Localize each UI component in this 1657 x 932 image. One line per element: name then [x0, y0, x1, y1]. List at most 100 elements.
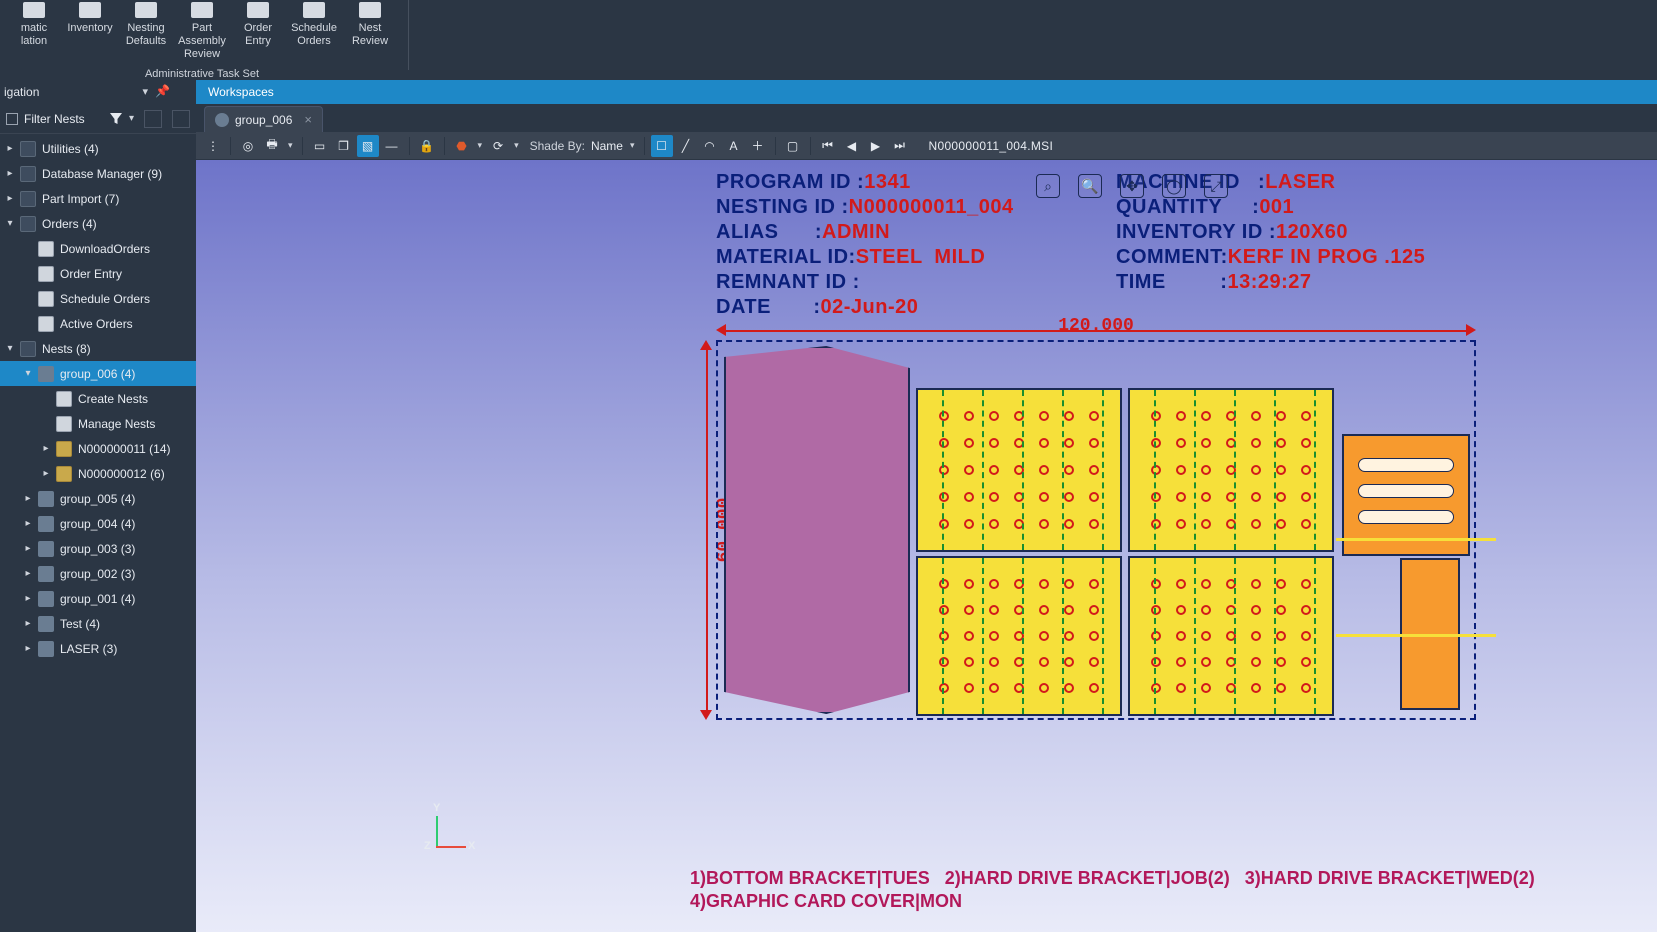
pan-icon[interactable]: ✥	[1120, 174, 1144, 198]
refresh-dropdown-icon[interactable]: ▾	[511, 140, 522, 151]
page-icon	[56, 391, 72, 407]
expand-icon[interactable]: ▸	[22, 518, 34, 529]
expand-icon[interactable]: ▸	[22, 493, 34, 504]
funnel-icon[interactable]	[109, 112, 123, 126]
tree-item-0[interactable]: ▸Utilities (4)	[0, 136, 196, 161]
tree-item-14[interactable]: ▸group_005 (4)	[0, 486, 196, 511]
tree-item-label: Order Entry	[58, 267, 122, 281]
print-icon[interactable]: 🖶	[261, 135, 283, 157]
expand-icon[interactable]: ▸	[4, 168, 16, 179]
expand-icon[interactable]: ▾	[4, 218, 16, 229]
refresh-icon[interactable]: ⟳	[487, 135, 509, 157]
target-icon[interactable]: ◎	[237, 135, 259, 157]
expand-icon[interactable]: ▸	[22, 593, 34, 604]
draw-line-icon[interactable]: ╱	[675, 135, 697, 157]
tab-group-006[interactable]: group_006 ×	[204, 106, 323, 132]
part-hard-drive-bracket-4[interactable]	[1128, 556, 1334, 716]
fit-icon[interactable]: ⤢	[1204, 174, 1228, 198]
expand-icon[interactable]: ▸	[4, 143, 16, 154]
tree-item-19[interactable]: ▸Test (4)	[0, 611, 196, 636]
tree-item-20[interactable]: ▸LASER (3)	[0, 636, 196, 661]
print-dropdown-icon[interactable]: ▾	[285, 140, 296, 151]
page-icon	[56, 416, 72, 432]
highlight-icon[interactable]: ▧	[357, 135, 379, 157]
part-bottom-bracket[interactable]	[724, 346, 910, 714]
first-icon[interactable]: ⏮	[817, 135, 839, 157]
db-icon	[20, 166, 36, 182]
ribbon-button-3[interactable]: PartAssembly Review	[174, 0, 230, 61]
sheet-icon[interactable]: ▭	[309, 135, 331, 157]
tree-item-6[interactable]: Schedule Orders	[0, 286, 196, 311]
tree-item-5[interactable]: Order Entry	[0, 261, 196, 286]
expand-icon[interactable]: ▸	[22, 543, 34, 554]
expand-icon[interactable]: ▸	[22, 643, 34, 654]
rect-icon[interactable]: ▢	[782, 135, 804, 157]
tree-item-11[interactable]: Manage Nests	[0, 411, 196, 436]
expand-icon[interactable]: ▾	[22, 368, 34, 379]
tree-item-12[interactable]: ▸N000000011 (14)	[0, 436, 196, 461]
tree-item-13[interactable]: ▸N000000012 (6)	[0, 461, 196, 486]
shade-by-dropdown-icon[interactable]: ▾	[627, 140, 638, 151]
grip-icon[interactable]: ⋮	[202, 135, 224, 157]
expand-icon[interactable]: ▸	[22, 568, 34, 579]
page-icon	[38, 316, 54, 332]
expand-icon[interactable]: ▸	[40, 443, 52, 454]
tree-item-8[interactable]: ▾Nests (8)	[0, 336, 196, 361]
collapse-chevron-icon[interactable]: ▾	[142, 85, 148, 98]
next-icon[interactable]: ▶	[865, 135, 887, 157]
tree-item-7[interactable]: Active Orders	[0, 311, 196, 336]
tree-item-4[interactable]: DownloadOrders	[0, 236, 196, 261]
filter-search-button[interactable]	[172, 110, 190, 128]
part-hard-drive-bracket-3[interactable]	[916, 556, 1122, 716]
ribbon-button-6[interactable]: NestReview	[342, 0, 398, 61]
expand-icon[interactable]: ▸	[22, 618, 34, 629]
expand-icon[interactable]: ▸	[4, 193, 16, 204]
window-icon[interactable]: ☐	[651, 135, 673, 157]
zoom-in-icon[interactable]: 🔍	[1078, 174, 1102, 198]
copy-icon[interactable]: ❐	[333, 135, 355, 157]
navigation-tree[interactable]: ▸Utilities (4)▸Database Manager (9)▸Part…	[0, 134, 196, 932]
filter-checkbox[interactable]	[6, 113, 18, 125]
filter-option-button[interactable]	[144, 110, 162, 128]
filter-dropdown-icon[interactable]: ▾	[129, 113, 134, 124]
ribbon-button-5[interactable]: ScheduleOrders	[286, 0, 342, 61]
color-dropdown-icon[interactable]: ▾	[475, 140, 486, 151]
part-hard-drive-bracket-1[interactable]	[916, 388, 1122, 552]
ribbon-button-1[interactable]: Inventory	[62, 0, 118, 61]
ribbon-group-caption: Administrative Task Set	[2, 68, 402, 80]
part-hard-drive-bracket-2[interactable]	[1128, 388, 1334, 552]
nest-canvas[interactable]: PROGRAM ID :1341NESTING ID :N000000011_0…	[196, 160, 1657, 932]
tree-item-3[interactable]: ▾Orders (4)	[0, 211, 196, 236]
tree-item-9[interactable]: ▾group_006 (4)	[0, 361, 196, 386]
expand-icon[interactable]: ▸	[40, 468, 52, 479]
workspaces-header[interactable]: Workspaces	[196, 80, 1657, 104]
navigation-header: igation ▾ 📌 Workspaces	[0, 80, 1657, 104]
ribbon-button-0[interactable]: maticlation	[6, 0, 62, 61]
expand-icon[interactable]: ▾	[4, 343, 16, 354]
prev-icon[interactable]: ◀	[841, 135, 863, 157]
last-icon[interactable]: ⏭	[889, 135, 911, 157]
orbit-icon[interactable]: ◯	[1162, 174, 1186, 198]
color-icon[interactable]: ⬣	[451, 135, 473, 157]
text-icon[interactable]: A	[723, 135, 745, 157]
tree-item-17[interactable]: ▸group_002 (3)	[0, 561, 196, 586]
line-icon[interactable]: —	[381, 135, 403, 157]
tree-item-2[interactable]: ▸Part Import (7)	[0, 186, 196, 211]
lock-icon[interactable]: 🔒	[416, 135, 438, 157]
db-icon	[20, 141, 36, 157]
tree-item-label: DownloadOrders	[58, 242, 150, 256]
crosshair-icon[interactable]: ＋	[747, 135, 769, 157]
close-icon[interactable]: ×	[304, 112, 312, 127]
shade-by-value[interactable]: Name	[591, 139, 625, 153]
tree-item-1[interactable]: ▸Database Manager (9)	[0, 161, 196, 186]
header-key: COMMENT:	[1116, 245, 1228, 270]
tree-item-18[interactable]: ▸group_001 (4)	[0, 586, 196, 611]
tree-item-10[interactable]: Create Nests	[0, 386, 196, 411]
ribbon-button-4[interactable]: OrderEntry	[230, 0, 286, 61]
tree-item-16[interactable]: ▸group_003 (3)	[0, 536, 196, 561]
tree-item-15[interactable]: ▸group_004 (4)	[0, 511, 196, 536]
zoom-window-icon[interactable]: ⌕	[1036, 174, 1060, 198]
ribbon-button-2[interactable]: NestingDefaults	[118, 0, 174, 61]
pin-icon[interactable]: 📌	[155, 84, 170, 98]
arc-icon[interactable]: ◠	[699, 135, 721, 157]
